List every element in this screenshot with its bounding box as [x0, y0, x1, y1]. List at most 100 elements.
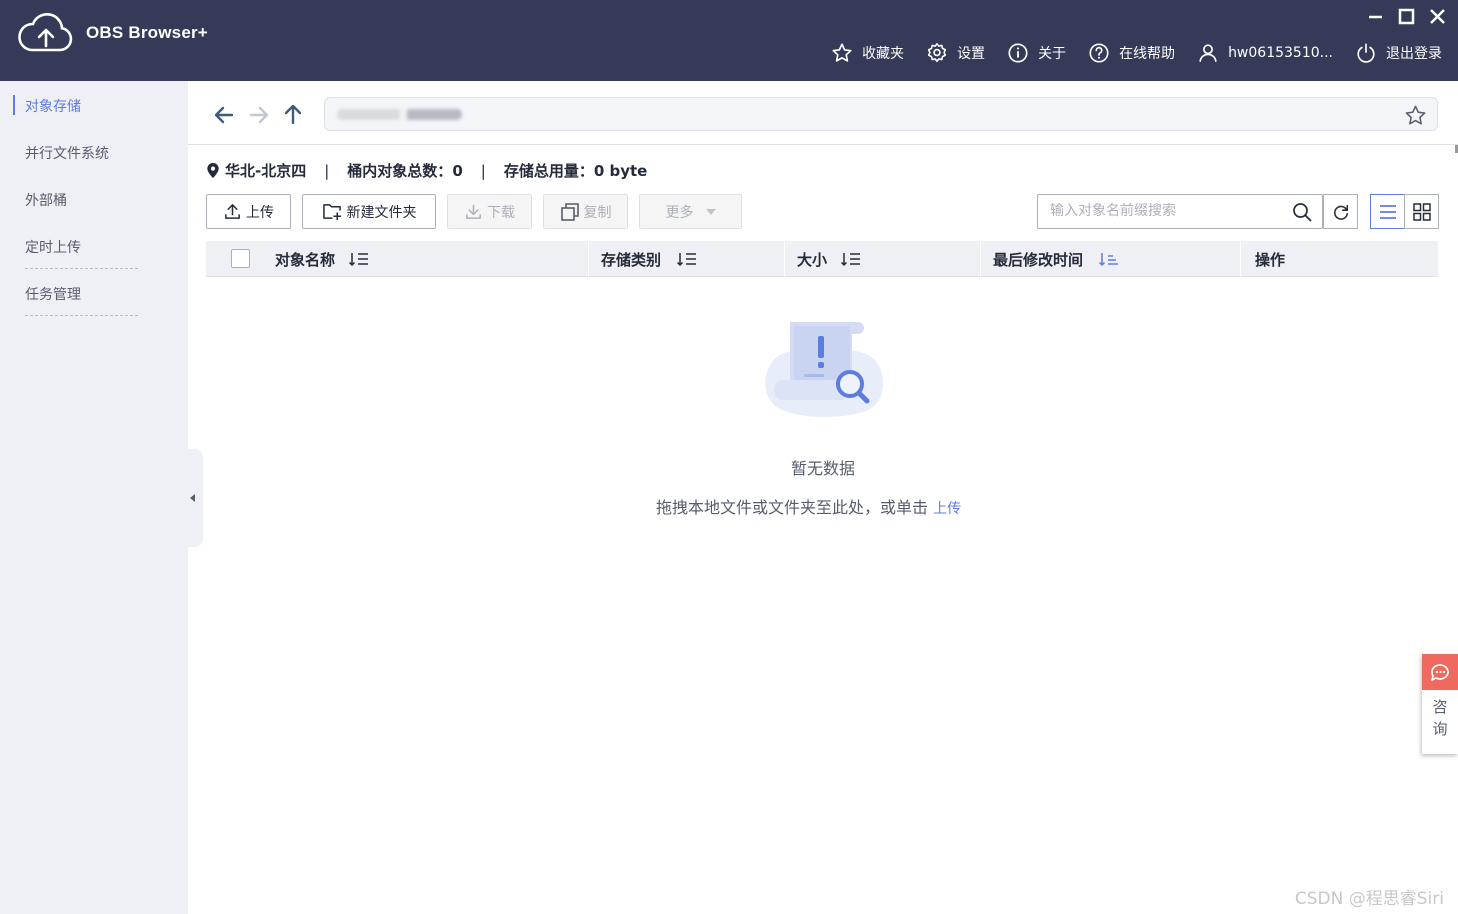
sort-desc-icon[interactable]	[1099, 251, 1119, 267]
sort-icon[interactable]	[349, 251, 369, 267]
sidebar-item-parallel-fs[interactable]: 并行文件系统	[25, 143, 109, 163]
chat-icon	[1431, 664, 1449, 681]
active-indicator	[13, 95, 15, 115]
select-all-checkbox[interactable]	[231, 249, 250, 268]
consult-icon-area	[1422, 654, 1458, 690]
cloud-upload-icon	[18, 12, 73, 52]
column-label: 操作	[1255, 250, 1286, 269]
column-size[interactable]: 大小	[797, 241, 861, 277]
consult-label: 咨 询	[1422, 690, 1458, 740]
download-label: 下载	[487, 204, 515, 221]
separator: |	[480, 161, 486, 180]
consult-char: 询	[1432, 720, 1448, 738]
sort-icon[interactable]	[841, 251, 861, 267]
refresh-icon	[1333, 204, 1348, 220]
copy-icon	[560, 202, 579, 221]
bucket-info: 华北-北京四 | 桶内对象总数： 0 | 存储总用量： 0 byte	[206, 160, 647, 181]
table-header: 对象名称 存储类别 大小 最后修改时间 操作	[206, 241, 1438, 277]
user-name: hw06153510...	[1228, 45, 1333, 61]
empty-description: 拖拽本地文件或文件夹至此处，或单击 上传	[656, 494, 961, 518]
logout-label: 退出登录	[1386, 46, 1442, 62]
up-arrow-icon[interactable]	[281, 102, 305, 126]
column-label: 大小	[797, 250, 828, 269]
watermark: CSDN @程思睿Siri	[1294, 889, 1444, 909]
column-actions: 操作	[1255, 241, 1285, 277]
sidebar-item-task-management[interactable]: 任务管理	[25, 284, 81, 304]
user-menu[interactable]: hw06153510...	[1197, 42, 1333, 64]
sidebar-item-object-storage[interactable]: 对象存储	[25, 96, 81, 116]
folder-add-icon	[322, 204, 341, 221]
more-dropdown[interactable]: 更多	[639, 194, 742, 229]
power-icon	[1357, 43, 1375, 63]
star-icon[interactable]	[1404, 104, 1427, 127]
settings-button[interactable]: 设置	[926, 42, 985, 64]
copy-label: 复制	[583, 204, 612, 221]
maximize-button[interactable]	[1398, 8, 1415, 25]
location-pin-icon	[207, 162, 219, 179]
divider	[25, 315, 138, 316]
about-label: 关于	[1038, 46, 1067, 62]
path-input[interactable]	[324, 97, 1438, 131]
copy-button[interactable]: 复制	[543, 194, 628, 229]
no-data-illustration	[765, 322, 884, 417]
grid-view-button[interactable]	[1404, 194, 1439, 229]
new-folder-button[interactable]: 新建文件夹	[302, 194, 436, 229]
column-label: 对象名称	[275, 250, 336, 269]
info-icon	[1008, 43, 1028, 63]
upload-icon	[225, 204, 240, 219]
favorites-label: 收藏夹	[862, 46, 905, 62]
question-icon	[1089, 43, 1109, 63]
close-button[interactable]	[1429, 8, 1446, 25]
sidebar-item-external-bucket[interactable]: 外部桶	[25, 190, 67, 210]
column-label: 存储类别	[601, 250, 662, 269]
help-label: 在线帮助	[1119, 46, 1176, 62]
help-button[interactable]: 在线帮助	[1088, 42, 1175, 64]
object-count-label: 桶内对象总数：	[347, 162, 453, 180]
logout-button[interactable]: 退出登录	[1355, 42, 1442, 64]
column-storage-class[interactable]: 存储类别	[601, 241, 697, 277]
refresh-button[interactable]	[1323, 194, 1358, 229]
star-icon	[832, 43, 852, 62]
upload-label: 上传	[246, 204, 274, 221]
redacted-path	[337, 109, 462, 120]
consult-button[interactable]: 咨 询	[1422, 654, 1458, 754]
storage-usage-label: 存储总用量：	[503, 162, 594, 180]
consult-char: 咨	[1432, 698, 1448, 716]
column-object-name[interactable]: 对象名称	[275, 241, 369, 277]
sidebar: 对象存储 并行文件系统 外部桶 定时上传 任务管理	[0, 81, 188, 914]
upload-button[interactable]: 上传	[206, 194, 291, 229]
more-label: 更多	[665, 204, 694, 221]
empty-desc-text: 拖拽本地文件或文件夹至此处，或单击	[656, 498, 929, 517]
minimize-button[interactable]	[1367, 8, 1384, 25]
column-label: 最后修改时间	[993, 250, 1084, 269]
sidebar-item-scheduled-upload[interactable]: 定时上传	[25, 237, 81, 257]
download-button[interactable]: 下载	[447, 194, 532, 229]
empty-title: 暂无数据	[790, 459, 855, 478]
chevron-down-icon	[705, 208, 716, 215]
download-icon	[466, 204, 481, 219]
search-box	[1037, 194, 1323, 229]
path-bar	[188, 81, 1458, 145]
search-icon[interactable]	[1292, 202, 1312, 222]
user-icon	[1199, 44, 1217, 62]
separator: |	[324, 161, 330, 180]
new-folder-label: 新建文件夹	[346, 204, 417, 221]
title-bar: OBS Browser+ 收藏夹 设置 关于 在线帮助 hw06153510..…	[0, 0, 1458, 81]
back-arrow-icon[interactable]	[212, 103, 236, 127]
forward-arrow-icon[interactable]	[247, 103, 271, 127]
sort-icon[interactable]	[677, 251, 697, 267]
favorites-button[interactable]: 收藏夹	[831, 42, 904, 64]
empty-upload-link[interactable]: 上传	[933, 501, 961, 517]
region-name: 华北-北京四	[225, 162, 307, 180]
column-last-modified[interactable]: 最后修改时间	[993, 241, 1119, 277]
settings-label: 设置	[957, 46, 986, 62]
search-input[interactable]	[1050, 203, 1280, 219]
divider	[25, 268, 138, 269]
app-title: OBS Browser+	[86, 23, 208, 42]
list-icon	[1379, 204, 1396, 219]
list-view-button[interactable]	[1370, 194, 1405, 229]
grid-icon	[1412, 202, 1431, 221]
gear-icon	[927, 43, 947, 63]
app-logo: OBS Browser+	[18, 12, 208, 54]
about-button[interactable]: 关于	[1007, 42, 1066, 64]
